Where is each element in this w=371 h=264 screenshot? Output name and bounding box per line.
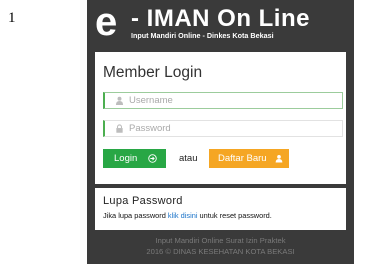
footer-line-2: 2016 © DINAS KESEHATAN KOTA BEKASI bbox=[146, 247, 295, 256]
password-placeholder: Password bbox=[129, 123, 171, 134]
site-title: - IMAN On Line bbox=[131, 5, 310, 32]
register-button-label: Daftar Baru bbox=[218, 153, 267, 164]
login-button-label: Login bbox=[114, 153, 138, 164]
login-page: e - IMAN On Line Input Mandiri Online - … bbox=[87, 0, 354, 264]
forgot-heading: Lupa Password bbox=[103, 195, 183, 207]
forgot-text: Jika lupa password klik disini untuk res… bbox=[103, 211, 272, 220]
reset-password-link[interactable]: klik disini bbox=[168, 211, 198, 220]
forgot-password-section: Lupa Password Jika lupa password klik di… bbox=[95, 188, 346, 230]
member-login-form: Member Login Username Password Login ata… bbox=[95, 52, 346, 184]
footer-line-1: Input Mandiri Online Surat Izin Praktek bbox=[155, 236, 286, 245]
forgot-text-after: untuk reset password. bbox=[197, 211, 272, 220]
login-heading: Member Login bbox=[103, 64, 203, 81]
register-button[interactable]: Daftar Baru bbox=[209, 149, 289, 168]
lock-icon bbox=[116, 124, 123, 133]
arrow-circle-right-icon bbox=[148, 154, 157, 163]
password-field[interactable]: Password bbox=[103, 120, 343, 137]
logo-letter: e bbox=[95, 0, 118, 44]
login-button[interactable]: Login bbox=[103, 149, 166, 168]
site-footer: Input Mandiri Online Surat Izin Praktek … bbox=[87, 235, 354, 257]
forgot-text-before: Jika lupa password bbox=[103, 211, 168, 220]
site-header: e - IMAN On Line Input Mandiri Online - … bbox=[87, 0, 354, 50]
site-subtitle: Input Mandiri Online - Dinkes Kota Bekas… bbox=[131, 31, 274, 40]
or-text: atau bbox=[179, 153, 198, 164]
figure-number: 1 bbox=[8, 10, 16, 26]
username-field[interactable]: Username bbox=[103, 92, 343, 109]
user-icon bbox=[275, 155, 283, 163]
username-placeholder: Username bbox=[129, 95, 173, 106]
user-icon bbox=[115, 96, 124, 105]
